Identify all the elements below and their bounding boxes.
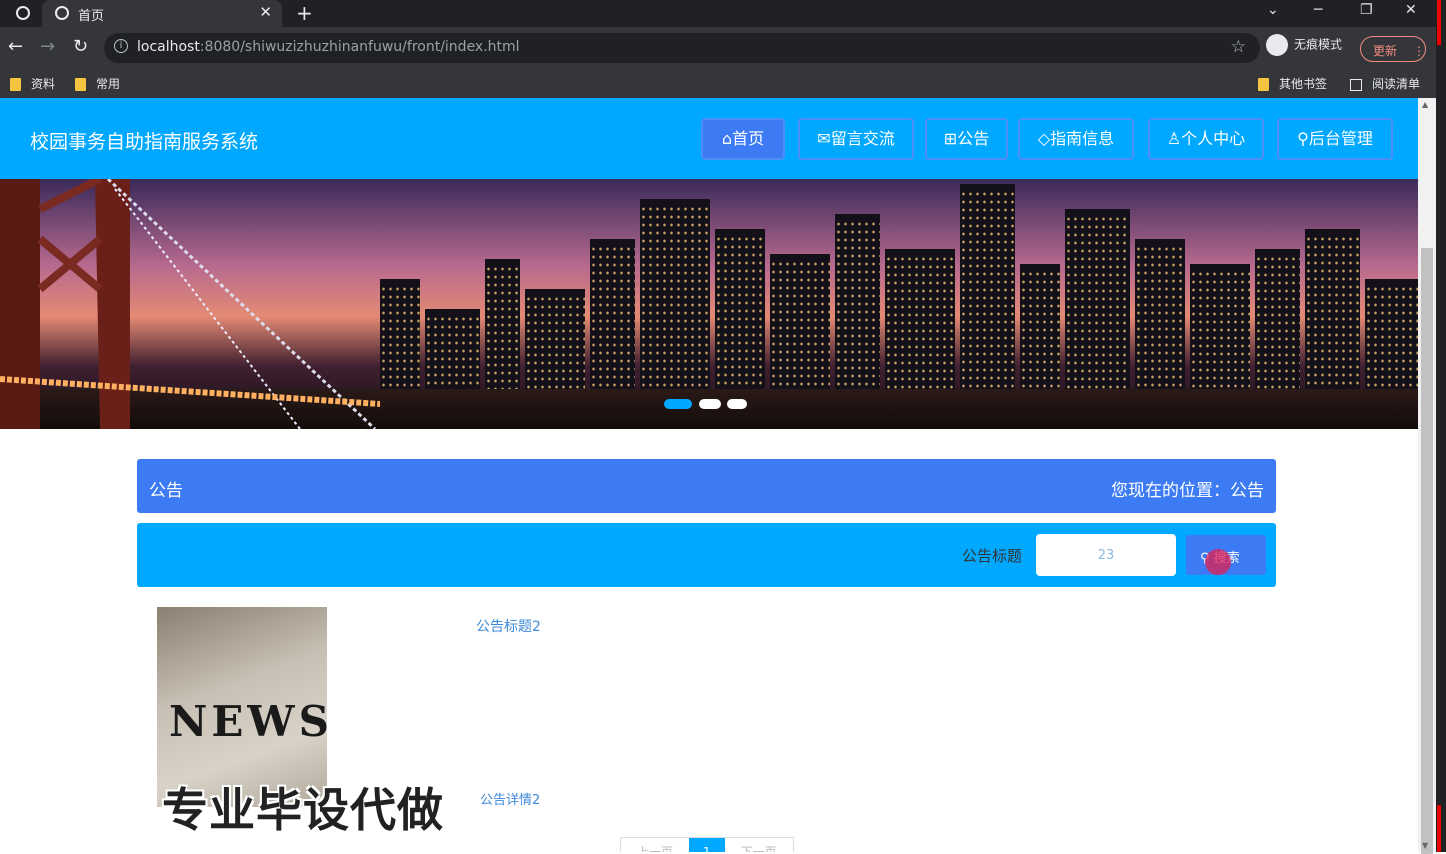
folder-icon	[75, 78, 86, 91]
nav-announcements[interactable]: ⊞公告	[925, 118, 1008, 160]
tab-close-icon[interactable]: ✕	[259, 3, 272, 21]
back-icon[interactable]: ←	[8, 36, 23, 57]
site-info-icon[interactable]: i	[114, 39, 128, 53]
mail-icon: ✉	[817, 129, 831, 148]
user-icon: ♙	[1166, 129, 1182, 148]
home-icon: ⌂	[721, 129, 733, 148]
reading-list[interactable]: 阅读清单	[1350, 75, 1420, 92]
carousel-dot[interactable]	[664, 399, 692, 409]
nav-home[interactable]: ⌂首页	[701, 118, 785, 160]
new-tab-icon[interactable]: +	[296, 1, 313, 25]
close-window-icon[interactable]: ✕	[1405, 2, 1417, 18]
watermark-text: 专业毕设代做	[162, 783, 444, 837]
breadcrumb: 公告 您现在的位置：公告	[137, 459, 1276, 513]
page-viewport: 校园事务自助指南服务系统 ⌂首页 ✉留言交流 ⊞公告 ◇指南信息 ♙个人中心 ⚲…	[0, 98, 1418, 852]
tab-search-icon[interactable]: ⌄	[1267, 2, 1279, 18]
grid-icon: ⊞	[943, 129, 958, 148]
incognito-icon	[1266, 34, 1288, 56]
bookmark-folder[interactable]: 资料	[10, 75, 55, 92]
recording-marker	[1437, 805, 1441, 852]
prev-page-button[interactable]: 上一页	[621, 838, 689, 852]
scroll-down-icon[interactable]: ▼	[1422, 841, 1428, 850]
maximize-icon[interactable]: ❐	[1360, 2, 1373, 18]
reload-icon[interactable]: ↻	[73, 36, 88, 57]
tab-strip: 首页 ✕ + ⌄ ─ ❐ ✕	[0, 0, 1446, 27]
other-bookmarks[interactable]: 其他书签	[1258, 75, 1327, 92]
click-indicator	[1205, 549, 1231, 575]
carousel-dot[interactable]	[727, 399, 747, 409]
incognito-indicator[interactable]: 无痕模式	[1266, 34, 1342, 56]
tag-icon: ◇	[1037, 129, 1051, 148]
page-number-button[interactable]: 1	[689, 838, 725, 852]
link-icon: ⚲	[1297, 129, 1309, 148]
browser-globe-icon	[16, 6, 30, 20]
announcement-title-link[interactable]: 公告标题2	[476, 616, 541, 636]
search-input[interactable]	[1036, 534, 1176, 576]
location-text: 您现在的位置：公告	[1111, 481, 1264, 501]
reading-list-icon	[1350, 78, 1362, 91]
bookmark-folder[interactable]: 常用	[75, 75, 120, 92]
scroll-up-icon[interactable]: ▲	[1422, 100, 1428, 109]
scrollbar-thumb[interactable]	[1421, 248, 1433, 854]
bookmark-star-icon[interactable]: ☆	[1231, 37, 1246, 57]
url-text: localhost:8080/shiwuzizhuzhinanfuwu/fron…	[137, 39, 520, 55]
recording-marker	[1437, 0, 1441, 45]
folder-icon	[10, 78, 21, 91]
nav-admin[interactable]: ⚲后台管理	[1277, 118, 1393, 160]
banner-carousel[interactable]	[0, 179, 1418, 429]
nav-personal-center[interactable]: ♙个人中心	[1148, 118, 1264, 160]
bookmarks-bar: 资料 常用 其他书签 阅读清单	[0, 69, 1446, 98]
news-image-text: NEWS	[169, 697, 327, 746]
update-button[interactable]: 更新 ⋮	[1360, 36, 1426, 62]
browser-chrome: 首页 ✕ + ⌄ ─ ❐ ✕ ← → ↻ i localhost:8080/sh…	[0, 0, 1446, 98]
browser-tab[interactable]: 首页 ✕	[42, 0, 282, 27]
nav-messages[interactable]: ✉留言交流	[798, 118, 914, 160]
browser-toolbar: ← → ↻ i localhost:8080/shiwuzizhuzhinanf…	[0, 27, 1446, 69]
tab-favicon-icon	[55, 6, 69, 20]
folder-icon	[1258, 78, 1269, 91]
bridge-image	[0, 179, 380, 429]
nav-guide-info[interactable]: ◇指南信息	[1018, 118, 1134, 160]
forward-icon[interactable]: →	[40, 36, 55, 57]
page-scrollbar[interactable]: ▲ ▼	[1418, 98, 1436, 854]
carousel-dot[interactable]	[699, 399, 721, 409]
search-label: 公告标题	[962, 547, 1023, 565]
site-header: 校园事务自助指南服务系统 ⌂首页 ✉留言交流 ⊞公告 ◇指南信息 ♙个人中心 ⚲…	[0, 98, 1418, 179]
minimize-icon[interactable]: ─	[1314, 2, 1322, 18]
section-title: 公告	[149, 481, 183, 501]
next-page-button[interactable]: 下一页	[725, 838, 793, 852]
site-title: 校园事务自助指南服务系统	[30, 131, 259, 153]
window-edge	[1436, 0, 1446, 852]
announcement-detail-link[interactable]: 公告详情2	[480, 789, 540, 808]
search-bar: 公告标题 ⚲ 搜索	[137, 523, 1276, 587]
tab-title: 首页	[78, 9, 105, 24]
address-bar[interactable]: i localhost:8080/shiwuzizhuzhinanfuwu/fr…	[104, 33, 1260, 63]
pagination: 上一页 1 下一页	[620, 837, 794, 852]
